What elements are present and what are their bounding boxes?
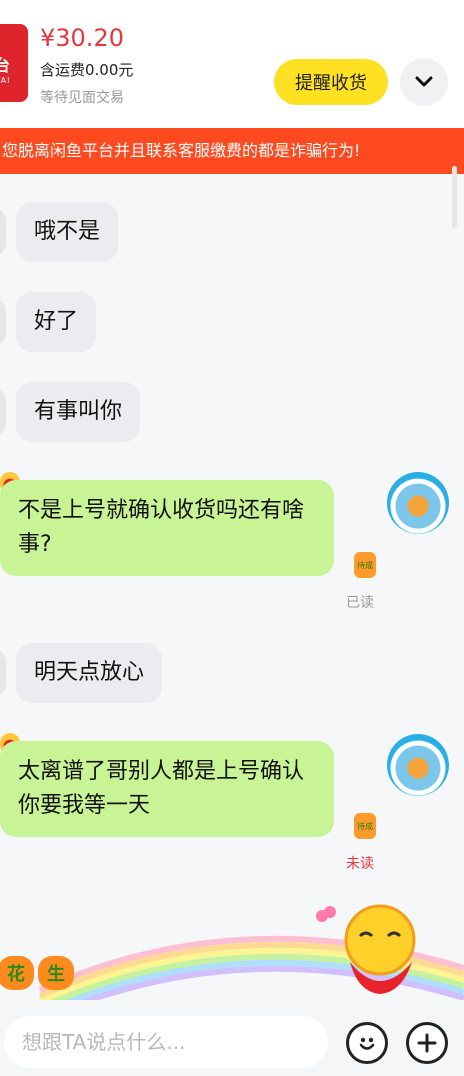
- other-user-avatar[interactable]: [0, 649, 6, 697]
- message-input[interactable]: [4, 1016, 328, 1068]
- product-thumbnail-subtext: ITAI: [0, 76, 11, 85]
- order-header: 台 ITAI ¥30.20 含运费0.00元 等待见面交易 提醒收货: [0, 0, 464, 128]
- product-thumbnail-text: 台: [0, 56, 11, 75]
- unread-status: 未读: [346, 856, 374, 872]
- my-avatar[interactable]: [387, 472, 449, 534]
- mascot-sun-icon: [344, 904, 416, 994]
- read-status: 已读: [346, 595, 374, 611]
- expand-button[interactable]: [400, 58, 448, 106]
- fraud-warning-banner: 您脱离闲鱼平台并且联系客服缴费的都是诈骗行为!: [0, 128, 464, 174]
- fruit-text: 花: [7, 964, 25, 985]
- message-text: 不是上号就确认收货吗还有啥事?: [18, 498, 305, 557]
- message-text: 哦不是: [34, 219, 101, 244]
- message-bubble-incoming[interactable]: 有事叫你: [16, 382, 141, 442]
- shipping-info: 含运费0.00元: [40, 61, 134, 79]
- fraud-warning-text: 您脱离闲鱼平台并且联系客服缴费的都是诈骗行为!: [2, 141, 361, 160]
- persimmon-badge-icon: 待成: [354, 813, 376, 839]
- product-thumbnail[interactable]: 台 ITAI: [0, 24, 28, 102]
- remind-receipt-button[interactable]: 提醒收货: [274, 59, 388, 105]
- emoji-button[interactable]: [346, 1022, 388, 1064]
- badge-text: 待成: [357, 821, 373, 831]
- plus-icon: [417, 1033, 437, 1053]
- other-user-avatar[interactable]: [0, 388, 6, 436]
- message-bubble-incoming[interactable]: 好了: [16, 292, 97, 352]
- message-bubble-incoming[interactable]: 哦不是: [16, 202, 119, 262]
- other-user-avatar[interactable]: [0, 208, 6, 256]
- order-status: 等待见面交易: [40, 90, 124, 106]
- message-bubble-incoming[interactable]: 明天点放心: [16, 643, 163, 703]
- other-user-avatar[interactable]: [0, 298, 6, 346]
- scroll-indicator[interactable]: [452, 166, 457, 228]
- my-avatar[interactable]: [387, 734, 449, 796]
- message-text: 太离谱了哥别人都是上号确认你要我等一天: [18, 759, 305, 818]
- persimmon-badge-icon: 待成: [354, 552, 376, 578]
- message-bubble-outgoing[interactable]: 不是上号就确认收货吗还有啥事?: [0, 480, 334, 576]
- message-text: 明天点放心: [34, 660, 145, 685]
- fruit-text: 生: [47, 964, 65, 985]
- persimmon-flower-icon: 花: [0, 956, 34, 990]
- persimmon-sheng-icon: 生: [38, 956, 74, 990]
- rainbow-decoration: 花 生: [0, 890, 464, 1000]
- message-input-bar: [0, 1000, 464, 1076]
- badge-text: 待成: [357, 560, 373, 570]
- message-text: 有事叫你: [34, 399, 123, 424]
- chevron-down-icon: [415, 76, 433, 87]
- message-bubble-outgoing[interactable]: 太离谱了哥别人都是上号确认你要我等一天: [0, 741, 334, 837]
- more-options-button[interactable]: [406, 1022, 448, 1064]
- order-price: ¥30.20: [40, 24, 124, 52]
- chat-area[interactable]: 哦不是 好了 有事叫你 不是上号就确认收货吗还有啥事? 待成 已读 明天点放心 …: [0, 166, 464, 1000]
- message-text: 好了: [34, 309, 79, 334]
- smiley-icon: [359, 1037, 375, 1050]
